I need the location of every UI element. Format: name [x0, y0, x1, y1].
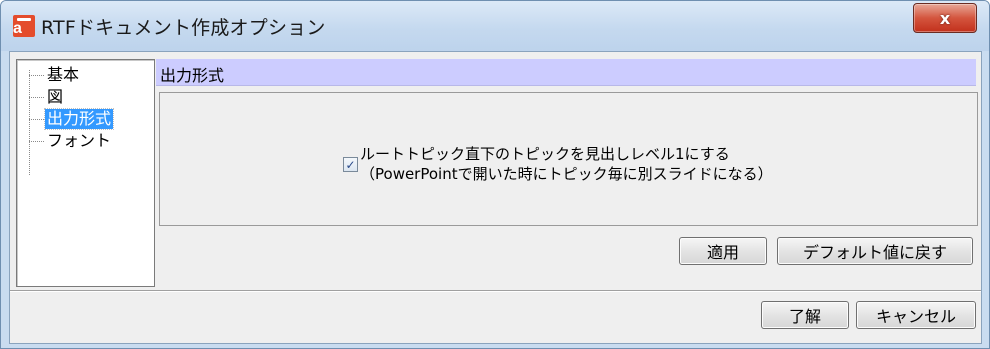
ok-button[interactable]: 了解	[761, 301, 849, 329]
tree-item-label: フォント	[47, 131, 112, 150]
category-tree: 基本 図 出力形式 フォント	[16, 59, 155, 287]
heading-level-checkbox[interactable]: ✓	[343, 157, 358, 172]
window-title: RTFドキュメント作成オプション	[41, 17, 326, 39]
dialog-client-area: 基本 図 出力形式 フォント 出力形式 ✓ ルートトピック直下のトピックを見出し…	[9, 51, 982, 344]
tree-item-label: 基本	[47, 65, 80, 84]
title-bar[interactable]: RTFドキュメント作成オプション x	[1, 1, 989, 51]
cancel-button[interactable]: キャンセル	[856, 301, 976, 329]
tree-item-output-format[interactable]: 出力形式	[29, 108, 115, 130]
reset-default-button[interactable]: デフォルト値に戻す	[777, 237, 973, 265]
app-icon	[13, 15, 35, 38]
close-icon: x	[939, 8, 951, 28]
checkbox-label-note[interactable]: （PowerPointで開いた時にトピック毎に別スライドになる）	[360, 163, 773, 184]
options-group: ✓ ルートトピック直下のトピックを見出しレベル1にする （PowerPointで…	[159, 92, 978, 226]
tree-item-label: 図	[47, 87, 64, 106]
apply-button[interactable]: 適用	[679, 237, 767, 265]
tree-item-basic[interactable]: 基本	[29, 64, 81, 86]
footer-divider	[10, 290, 981, 292]
close-button[interactable]: x	[913, 3, 977, 33]
checkbox-label[interactable]: ルートトピック直下のトピックを見出しレベル1にする	[360, 143, 730, 164]
tree-item-font[interactable]: フォント	[29, 130, 113, 152]
panel-title: 出力形式	[160, 66, 225, 85]
dialog-window: RTFドキュメント作成オプション x 基本 図 出力形式 フォント	[0, 0, 990, 349]
check-mark-icon: ✓	[345, 157, 356, 172]
panel-header: 出力形式	[156, 59, 976, 86]
tree-item-figure[interactable]: 図	[29, 86, 65, 108]
tree-item-label: 出力形式	[43, 108, 115, 130]
